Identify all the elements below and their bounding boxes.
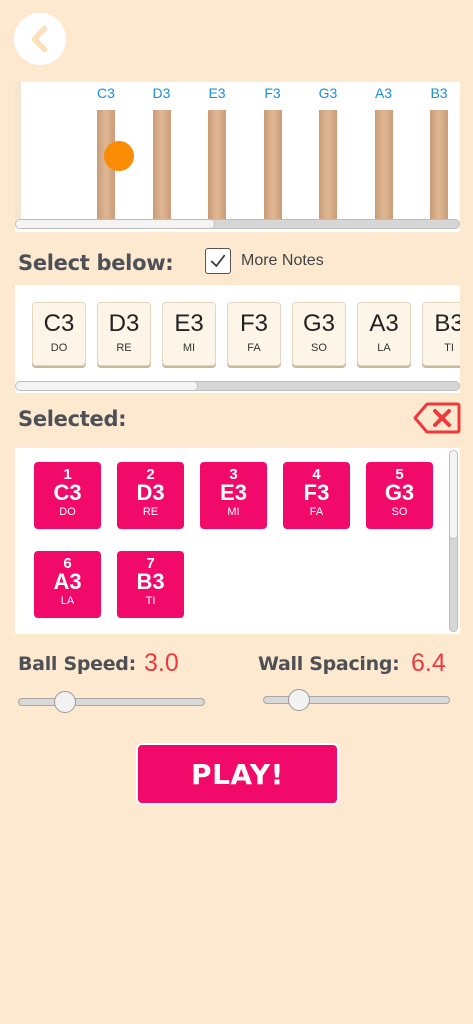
note-key-solfege: RE: [116, 342, 132, 354]
wall-label: G3: [318, 85, 338, 101]
note-key-label: A3: [369, 310, 399, 337]
selected-note-solfege: MI: [227, 506, 240, 518]
note-key-label: E3: [174, 310, 204, 337]
wall: [152, 110, 171, 220]
note-key[interactable]: B3 TI: [422, 302, 460, 366]
note-key-solfege: SO: [311, 342, 327, 354]
wall-label: C3: [97, 85, 115, 101]
note-key-solfege: LA: [377, 342, 391, 354]
note-key[interactable]: E3 MI: [162, 302, 216, 366]
note-key[interactable]: G3 SO: [292, 302, 346, 366]
wall-label: A3: [374, 85, 393, 101]
ball-speed-label: Ball Speed:: [18, 653, 136, 675]
preview-left-edge: [15, 82, 21, 222]
checkmark-icon: [210, 254, 226, 268]
selected-note-label: C3: [53, 480, 82, 505]
wall-label: D3: [152, 85, 171, 101]
selected-note-label: A3: [53, 569, 82, 594]
selected-note-tile[interactable]: 2 D3 RE: [117, 462, 184, 529]
back-button[interactable]: [14, 13, 66, 65]
selected-note-label: B3: [136, 569, 165, 594]
note-key-solfege: DO: [50, 342, 68, 354]
selected-scroll-thumb[interactable]: [450, 451, 457, 539]
ball-speed-value: 3.0: [144, 649, 179, 677]
wall-spacing-value: 6.4: [411, 649, 446, 677]
selected-note-solfege: RE: [142, 506, 159, 518]
game-preview: C3 D3 E3 F3 G3 A3 B3: [15, 82, 460, 232]
more-notes-checkbox[interactable]: [205, 248, 231, 274]
note-key-label: C3: [43, 310, 75, 337]
wall-label: E3: [208, 85, 226, 101]
wall: [430, 110, 448, 220]
wall: [319, 110, 337, 220]
selected-note-label: G3: [384, 480, 415, 505]
delete-button[interactable]: [413, 401, 461, 435]
selected-note-label: D3: [136, 480, 165, 505]
wall-label: F3: [264, 85, 281, 101]
note-palette: C3 DO D3 RE E3 MI F3 FA G3 SO A3 LA B3 TI: [15, 285, 460, 393]
palette-scroll-thumb[interactable]: [16, 382, 198, 390]
note-key[interactable]: C3 DO: [32, 302, 86, 366]
selected-note-tile[interactable]: 3 E3 MI: [200, 462, 267, 529]
preview-scroll-thumb[interactable]: [16, 220, 216, 228]
play-button[interactable]: PLAY!: [136, 743, 339, 805]
selected-note-tile[interactable]: 5 G3 SO: [366, 462, 433, 529]
selected-note-solfege: DO: [59, 506, 76, 518]
wall-spacing-slider-knob[interactable]: [288, 689, 311, 711]
selected-note-tile[interactable]: 6 A3 LA: [34, 551, 101, 618]
note-key-label: D3: [108, 310, 140, 337]
wall: [263, 110, 282, 220]
selected-note-solfege: LA: [60, 595, 75, 607]
note-key-solfege: FA: [247, 342, 261, 354]
selected-notes-panel: 1 C3 DO 2 D3 RE 3 E3 MI 4 F3 FA 5 G3 SO 6 A3 LA 7 B3 TI: [15, 448, 460, 634]
selected-scrollbar[interactable]: [449, 450, 458, 632]
note-key[interactable]: D3 RE: [97, 302, 151, 366]
selected-note-solfege: TI: [145, 595, 156, 607]
ball: [104, 141, 134, 171]
wall-spacing-label: Wall Spacing:: [258, 653, 400, 675]
note-key-label: G3: [302, 310, 335, 337]
note-key-solfege: TI: [444, 342, 454, 354]
note-key[interactable]: F3 FA: [227, 302, 281, 366]
note-key-solfege: MI: [182, 342, 196, 354]
note-key-label: F3: [239, 310, 268, 337]
select-below-title: Select below:: [18, 251, 174, 275]
ball-speed-slider[interactable]: [18, 691, 205, 713]
wall: [374, 110, 393, 220]
chevron-left-icon: [31, 25, 48, 53]
wall-spacing-slider[interactable]: [263, 689, 450, 711]
selected-note-label: F3: [303, 480, 330, 505]
selected-note-tile[interactable]: 1 C3 DO: [34, 462, 101, 529]
wall-label: B3: [430, 85, 448, 101]
note-key[interactable]: A3 LA: [357, 302, 411, 366]
backspace-x-icon: [413, 402, 461, 434]
selected-note-label: E3: [220, 480, 247, 505]
more-notes-label: More Notes: [241, 252, 324, 269]
ball-speed-slider-knob[interactable]: [54, 691, 77, 713]
selected-note-tile[interactable]: 7 B3 TI: [117, 551, 184, 618]
selected-note-tile[interactable]: 4 F3 FA: [283, 462, 350, 529]
note-key-label: B3: [434, 310, 460, 337]
preview-scrollbar[interactable]: [15, 219, 460, 229]
wall: [208, 110, 226, 220]
palette-scrollbar[interactable]: [15, 381, 460, 391]
selected-note-solfege: FA: [309, 506, 324, 518]
selected-title: Selected:: [18, 407, 127, 431]
selected-note-solfege: SO: [391, 506, 408, 518]
